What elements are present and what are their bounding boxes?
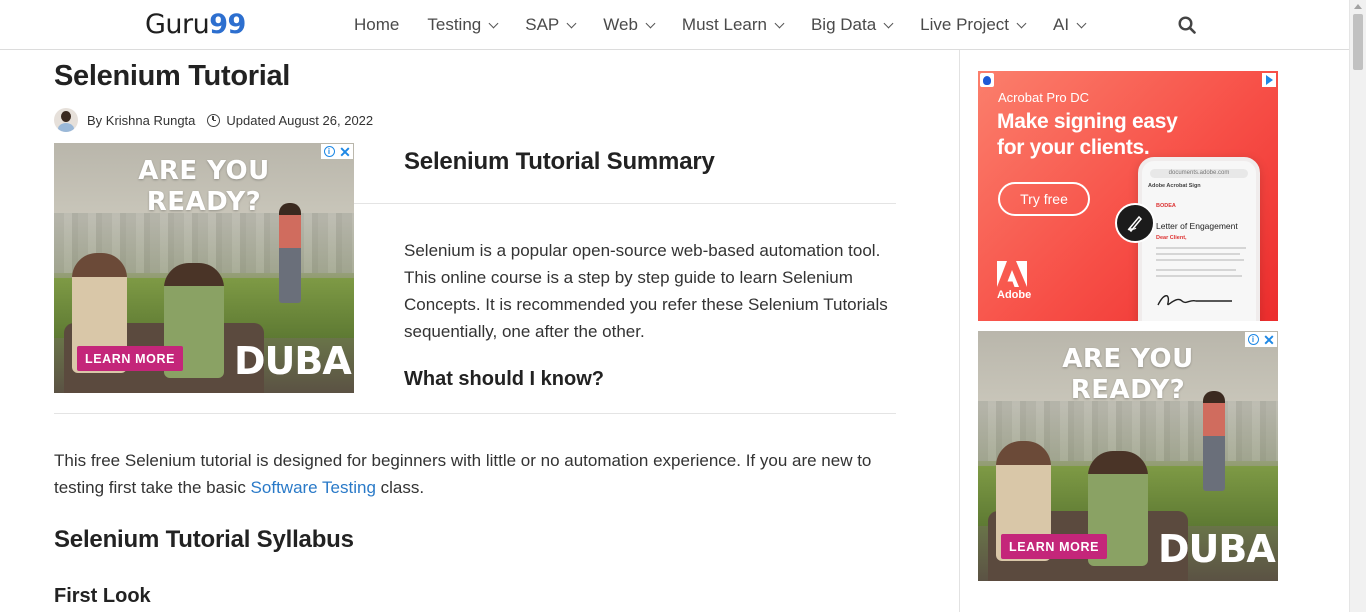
learn-more-button[interactable]: LEARN MORE xyxy=(1001,534,1107,559)
clock-icon xyxy=(207,113,221,127)
ad-figure xyxy=(1203,391,1225,491)
software-testing-link[interactable]: Software Testing xyxy=(251,478,376,497)
adobe-logo-icon xyxy=(997,261,1027,287)
page-title: Selenium Tutorial xyxy=(54,60,291,92)
adchoices-icon[interactable] xyxy=(1262,73,1276,87)
nav-item-ai[interactable]: AI xyxy=(1053,15,1087,35)
site-header: Guru99 Home Testing SAP Web Must Learn B… xyxy=(0,0,1349,50)
author-avatar[interactable] xyxy=(54,108,78,132)
dubai-logo: DUBAI xyxy=(234,339,354,383)
chevron-down-icon xyxy=(1016,18,1027,28)
try-free-button[interactable]: Try free xyxy=(998,182,1090,216)
ad-close-icon[interactable]: ✕ xyxy=(1261,332,1277,347)
phone-mockup: documents.adobe.com Adobe Acrobat Sign B… xyxy=(1138,157,1260,321)
doc-line xyxy=(1156,275,1242,277)
intro-paragraph: This free Selenium tutorial is designed … xyxy=(54,451,872,497)
dubai-logo: DUBAI xyxy=(1158,527,1278,571)
chevron-down-icon xyxy=(488,18,499,28)
summary-bottom-divider xyxy=(54,413,896,414)
doc-line xyxy=(1156,253,1240,255)
doc-brand: BODEA xyxy=(1156,203,1176,209)
privacy-shield-icon[interactable] xyxy=(980,73,994,87)
doc-title: Letter of Engagement xyxy=(1156,221,1238,231)
phone-app-name: Adobe Acrobat Sign xyxy=(1148,183,1201,189)
summary-divider xyxy=(354,203,896,204)
doc-line xyxy=(1156,247,1246,249)
summary-text: Selenium is a popular open-source web-ba… xyxy=(404,241,888,341)
article-byline: By Krishna Rungta Updated August 26, 202… xyxy=(54,108,373,132)
chevron-down-icon xyxy=(1076,18,1087,28)
sidebar-divider xyxy=(959,50,960,612)
first-look-heading: First Look xyxy=(54,585,151,607)
learn-more-button[interactable]: LEARN MORE xyxy=(77,346,183,371)
nav-item-must-learn[interactable]: Must Learn xyxy=(682,15,785,35)
doc-line xyxy=(1156,269,1236,271)
adobe-wordmark: Adobe xyxy=(997,289,1032,301)
author-name[interactable]: By Krishna Rungta xyxy=(87,113,195,128)
ad-close-icon[interactable]: ✕ xyxy=(337,144,353,159)
phone-url: documents.adobe.com xyxy=(1150,169,1248,178)
updated-date: Updated August 26, 2022 xyxy=(226,112,374,128)
ad-badges: i ✕ xyxy=(321,144,353,159)
signature-icon xyxy=(1157,295,1232,306)
ad-headline: ARE YOU READY? xyxy=(138,156,270,217)
ad-info-icon[interactable]: i xyxy=(321,144,337,159)
scroll-up-arrow-icon[interactable] xyxy=(1354,4,1362,9)
scroll-thumb[interactable] xyxy=(1353,14,1363,70)
ad-badges: i ✕ xyxy=(1245,332,1277,347)
chevron-down-icon xyxy=(774,18,785,28)
sign-pen-icon xyxy=(1115,203,1155,243)
nav-item-live-project[interactable]: Live Project xyxy=(920,15,1027,35)
nav-item-sap[interactable]: SAP xyxy=(525,15,577,35)
syllabus-heading: Selenium Tutorial Syllabus xyxy=(54,526,354,553)
site-logo[interactable]: Guru99 xyxy=(145,9,246,40)
main-nav: Home Testing SAP Web Must Learn Big Data… xyxy=(354,0,1113,50)
doc-greeting: Dear Client, xyxy=(1156,235,1187,241)
search-icon[interactable] xyxy=(1178,16,1196,34)
doc-line xyxy=(1156,259,1244,261)
ad-figure xyxy=(279,203,301,303)
summary-heading: Selenium Tutorial Summary xyxy=(404,148,715,175)
nav-item-testing[interactable]: Testing xyxy=(427,15,499,35)
chevron-down-icon xyxy=(566,18,577,28)
ad-tagline: Make signing easy for your clients. xyxy=(997,110,1178,159)
chevron-down-icon xyxy=(883,18,894,28)
know-heading: What should I know? xyxy=(404,368,604,390)
ad-product-name: Acrobat Pro DC xyxy=(998,90,1090,105)
adobe-ad[interactable]: Acrobat Pro DC Make signing easy for you… xyxy=(978,71,1278,321)
chevron-down-icon xyxy=(645,18,656,28)
nav-item-web[interactable]: Web xyxy=(603,15,656,35)
nav-item-home[interactable]: Home xyxy=(354,15,399,35)
page-scrollbar[interactable] xyxy=(1349,0,1366,612)
dubai-ad-sidebar[interactable]: ARE YOU READY? LEARN MORE DUBAI i ✕ xyxy=(978,331,1278,581)
ad-info-icon[interactable]: i xyxy=(1245,332,1261,347)
ad-headline: ARE YOU READY? xyxy=(1062,344,1194,405)
dubai-ad-article[interactable]: ARE YOU READY? LEARN MORE DUBAI i ✕ xyxy=(54,143,354,393)
nav-item-big-data[interactable]: Big Data xyxy=(811,15,894,35)
